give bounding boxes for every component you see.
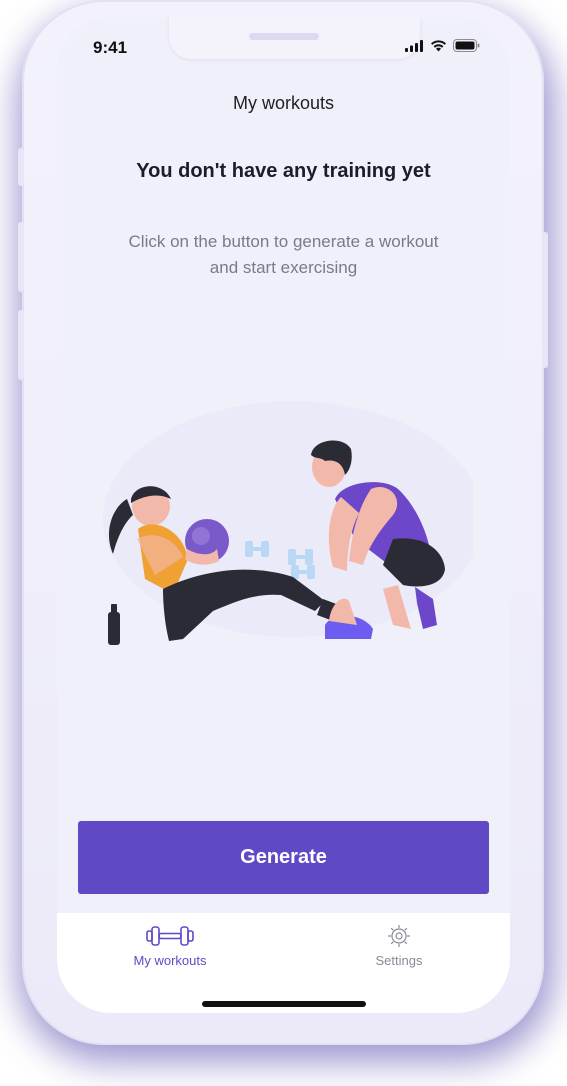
device-mockup: 9:41 My workouts You don't have any trai… [0, 0, 567, 1086]
tab-settings-label: Settings [375, 953, 423, 968]
tab-my-workouts-label: My workouts [133, 953, 207, 968]
notch [169, 17, 420, 59]
home-indicator [202, 1001, 366, 1007]
cellular-signal-icon [405, 39, 423, 52]
page-title: My workouts [232, 93, 335, 113]
mute-switch [18, 148, 24, 186]
wifi-icon [431, 39, 446, 51]
settings-gear-icon [387, 923, 411, 949]
volume-up-button [18, 222, 24, 292]
workout-illustration [103, 401, 473, 645]
tab-my-workouts[interactable]: My workouts [100, 923, 240, 973]
volume-down-button [18, 310, 24, 380]
power-button [542, 232, 548, 368]
app-screen: 9:41 My workouts You don't have any trai… [57, 17, 510, 1013]
status-icons [405, 39, 480, 52]
empty-state-description: Click on the button to generate a workou… [128, 232, 439, 277]
dumbbell-icon [146, 923, 194, 949]
tab-bar: My workouts Settings [57, 913, 510, 1013]
battery-icon [453, 39, 480, 52]
generate-button[interactable]: Generate [78, 821, 489, 894]
empty-state-headline: You don't have any training yet [136, 160, 431, 182]
speaker-grille [249, 33, 319, 40]
tab-settings[interactable]: Settings [329, 923, 469, 973]
status-time: 9:41 [93, 38, 128, 57]
water-bottle-icon [108, 604, 120, 645]
